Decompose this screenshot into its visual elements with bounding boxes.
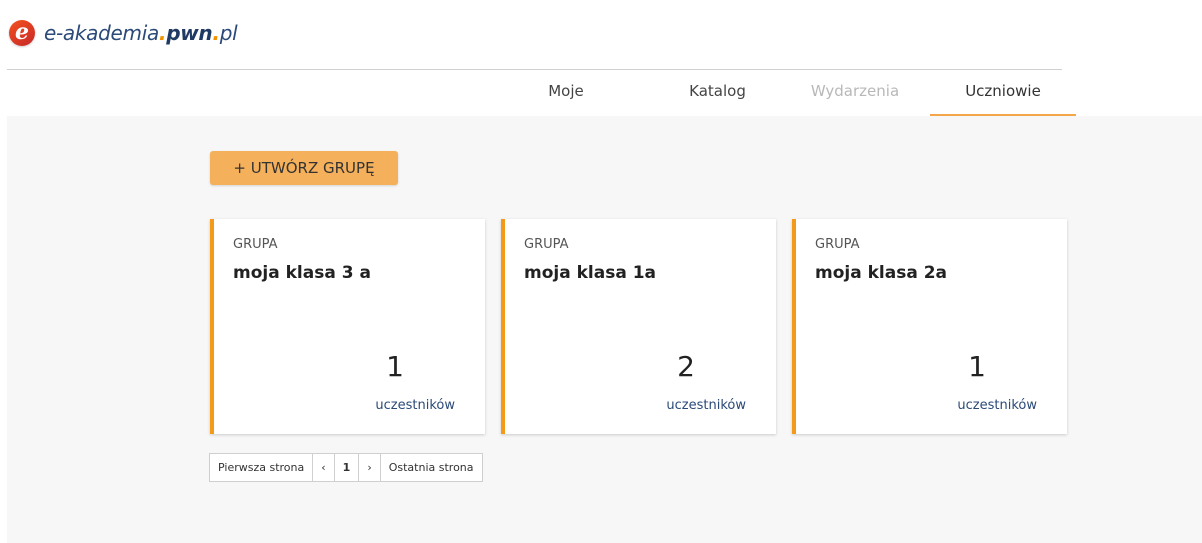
site-logo[interactable]: e e-akademia.pwn.pl [9,20,238,46]
group-kind-label: GRUPA [815,237,860,252]
group-name: moja klasa 1a [524,263,657,283]
logo-name-brand: pwn [166,21,213,45]
group-card[interactable]: GRUPA moja klasa 1a 2 uczestników [501,219,776,434]
group-card[interactable]: GRUPA moja klasa 2a 1 uczestników [792,219,1067,434]
participant-unit-label: uczestników [957,398,1037,413]
group-name: moja klasa 2a [815,263,948,283]
participant-unit-label: uczestników [666,398,746,413]
top-bar: e e-akademia.pwn.pl [0,0,1202,70]
group-kind-label: GRUPA [233,237,278,252]
participant-count: 1 [386,350,404,383]
prev-page-icon[interactable]: ‹ [313,454,335,481]
tab-wydarzenia: Wydarzenia [810,82,900,100]
logo-dot: . [212,21,220,45]
logo-e-icon: e [9,20,35,46]
group-kind-label: GRUPA [524,237,569,252]
last-page-link[interactable]: Ostatnia strona [381,454,482,481]
current-page-number[interactable]: 1 [335,454,360,481]
participant-unit-label: uczestników [375,398,455,413]
main-nav: Moje Katalog Wydarzenia Uczniowie [0,70,1202,116]
first-page-link[interactable]: Pierwsza strona [210,454,314,481]
pagination: Pierwsza strona ‹ 1 › Ostatnia strona [209,453,483,482]
group-card[interactable]: GRUPA moja klasa 3 a 1 uczestników [210,219,485,434]
logo-text: e-akademia.pwn.pl [44,21,238,45]
logo-name-suffix: pl [219,21,238,45]
group-name: moja klasa 3 a [233,263,371,283]
next-page-icon[interactable]: › [359,454,381,481]
logo-name-prefix: e-akademia [44,21,159,45]
participant-count: 2 [677,350,695,383]
tab-moje[interactable]: Moje [526,70,606,114]
tab-uczniowie[interactable]: Uczniowie [930,70,1076,116]
tab-katalog[interactable]: Katalog [670,70,765,114]
main-content: + UTWÓRZ GRUPĘ GRUPA moja klasa 3 a 1 uc… [7,116,1202,543]
participant-count: 1 [968,350,986,383]
create-group-button[interactable]: + UTWÓRZ GRUPĘ [210,151,398,185]
